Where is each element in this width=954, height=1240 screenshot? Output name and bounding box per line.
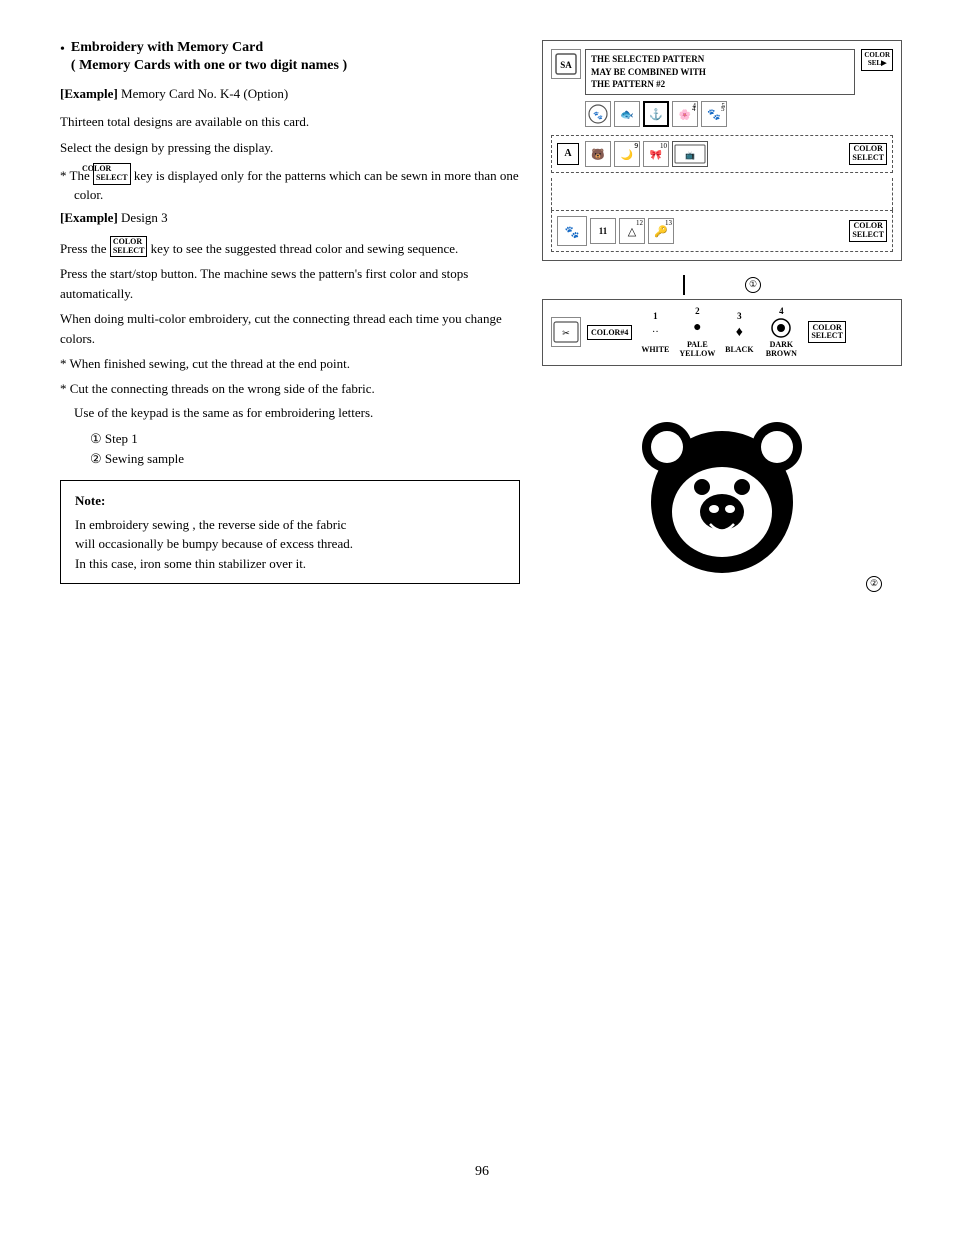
step2-item: ② Sewing sample (90, 449, 520, 470)
circle2-annotation: ② (866, 576, 882, 592)
svg-text:🐾: 🐾 (565, 225, 580, 239)
icon-a3: 🎀 10 (643, 141, 669, 167)
icon-b0: 🐾 (557, 216, 587, 246)
note-line3: In this case, iron some thin stabilizer … (75, 554, 505, 574)
main-diagram-box: SA THE SELECTED PATTERN MAY BE COMBINED … (542, 40, 902, 261)
icon1: 🐾 (585, 101, 611, 127)
note-box: Note: In embroidery sewing , the reverse… (60, 480, 520, 584)
svg-text:🌙: 🌙 (621, 148, 633, 161)
step1-item: ① Step 1 (90, 429, 520, 450)
asterisk3: * Cut the connecting threads on the wron… (60, 379, 520, 399)
color-select-bottom[interactable]: COLORSELECT (808, 321, 846, 343)
middle-spacer (551, 178, 893, 210)
dashed-section1: A 🐻 🌙9 9 🎀 10 (551, 135, 893, 173)
note-title: Note: (75, 491, 505, 511)
icon-b1: 11 (590, 218, 616, 244)
color-item-2: 2 ● PALEYELLOW (678, 306, 716, 359)
bullet-subtitle: ( Memory Cards with one or two digit nam… (71, 58, 347, 74)
icon-tv: 📺 (672, 141, 708, 167)
color-select-inline-icon2: COLORSELECT (110, 236, 148, 258)
svg-text:🐻: 🐻 (591, 147, 605, 161)
color-panel: ✂ COLOR#4 1 ·· WHITE 2 ● (542, 299, 902, 366)
bear-svg (622, 392, 822, 592)
top-section: SA THE SELECTED PATTERN MAY BE COMBINED … (551, 49, 893, 95)
circle1-annotation: ① (745, 277, 761, 293)
machine-icon: ✂ (551, 317, 581, 347)
svg-text:✂: ✂ (562, 328, 570, 338)
left-column: • Embroidery with Memory Card ( Memory C… (60, 40, 520, 602)
selected-pattern-text: THE SELECTED PATTERN MAY BE COMBINED WIT… (585, 49, 855, 95)
example1-label: [Example] Memory Card No. K-4 (Option) (60, 86, 520, 102)
dashed-section2: 🐾 11 △ 12 🔑 13 (551, 210, 893, 252)
dashed-icons-row2: 🐾 11 △ 12 🔑 13 (557, 216, 674, 246)
svg-text:🌸: 🌸 (679, 108, 691, 121)
icon-sap: SA (551, 49, 581, 79)
content-area: • Embroidery with Memory Card ( Memory C… (60, 40, 904, 602)
svg-text:📺: 📺 (685, 151, 695, 160)
arrow-row: ① (683, 275, 761, 295)
svg-text:⚓: ⚓ (649, 108, 663, 121)
svg-text:△: △ (628, 226, 637, 238)
icon-b3: 🔑 13 (648, 218, 674, 244)
svg-text:🐾: 🐾 (707, 109, 721, 121)
line3: Press the COLORSELECT key to see the sug… (60, 236, 520, 258)
dashed-row1: A 🐻 🌙9 9 🎀 10 (557, 141, 887, 167)
bullet-dot: • (60, 40, 65, 60)
dashed-icons-row1: A 🐻 🌙9 9 🎀 10 (557, 141, 708, 167)
color-num-label: COLOR#4 (587, 325, 632, 340)
dashed-row2: 🐾 11 △ 12 🔑 13 (557, 216, 887, 246)
note-line2: will occasionally be bumpy because of ex… (75, 534, 505, 554)
icon-a1: 🐻 (585, 141, 611, 167)
line6: Use of the keypad is the same as for emb… (74, 403, 520, 423)
svg-text:🐾: 🐾 (593, 111, 603, 120)
icon5: 🐾5 5 (701, 101, 727, 127)
numbered-list: ① Step 1 ② Sewing sample (90, 429, 520, 471)
svg-text:🐟: 🐟 (620, 109, 634, 121)
label-A: A (557, 143, 579, 165)
bear-illustration-area: ② (542, 382, 902, 602)
bullet-title: Embroidery with Memory Card (71, 40, 347, 56)
asterisk2: * When finished sewing, cut the thread a… (60, 354, 520, 374)
arrow-circle1: ① (683, 275, 761, 295)
color-select-top[interactable]: COLORSEL▶ (861, 49, 893, 71)
arrow-line (683, 275, 685, 295)
right-column: SA THE SELECTED PATTERN MAY BE COMBINED … (540, 40, 904, 602)
svg-text:🎀: 🎀 (650, 149, 662, 161)
line5: When doing multi-color embroidery, cut t… (60, 309, 520, 348)
color-select-inline-icon: COLORSELECT (93, 163, 131, 185)
page: • Embroidery with Memory Card ( Memory C… (0, 0, 954, 1240)
line2: Select the design by pressing the displa… (60, 138, 520, 158)
color-row: ✂ COLOR#4 1 ·· WHITE 2 ● (551, 306, 893, 359)
icon2: 🐟 (614, 101, 640, 127)
icon3: ⚓ (643, 101, 669, 127)
icon-b2: △ 12 (619, 218, 645, 244)
asterisk1: * The COLORSELECT key is displayed only … (60, 163, 520, 205)
line4: Press the start/stop button. The machine… (60, 264, 520, 303)
example2-label: [Example] Design 3 (60, 210, 520, 226)
color-item-4: 4 DARKBROWN (762, 306, 800, 359)
color-select-2[interactable]: COLORSELECT (849, 143, 887, 165)
icon-a2: 🌙9 9 (614, 141, 640, 167)
bullet-point: • Embroidery with Memory Card ( Memory C… (60, 40, 520, 84)
svg-text:SA: SA (560, 60, 572, 70)
line1: Thirteen total designs are available on … (60, 112, 520, 132)
color-item-3: 3 ♦ BLACK (720, 311, 758, 355)
color-item-1: 1 ·· WHITE (636, 311, 674, 355)
icon4: 🌸4 4 (672, 101, 698, 127)
note-line1: In embroidery sewing , the reverse side … (75, 515, 505, 535)
color-select-3[interactable]: COLORSELECT (849, 220, 887, 242)
icons-row1: 🐾 🐟 ⚓ 🌸4 4 🐾5 5 (551, 101, 893, 127)
page-number: 96 (60, 1144, 904, 1180)
